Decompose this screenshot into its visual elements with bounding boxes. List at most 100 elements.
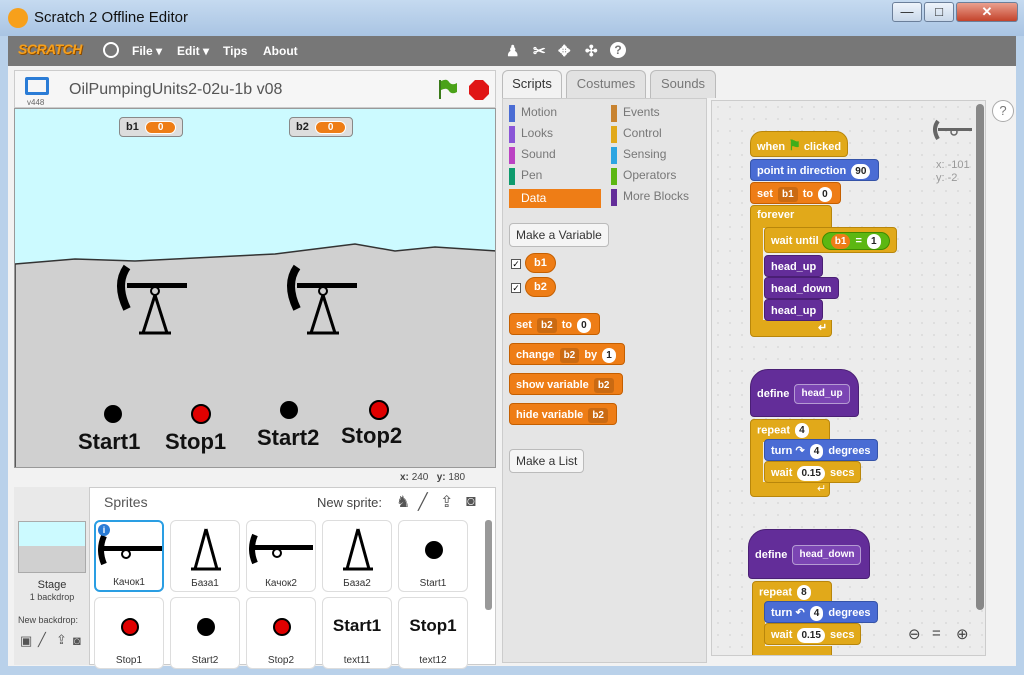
help-panel-icon[interactable]: ? bbox=[992, 100, 1014, 122]
wait-until-block[interactable]: wait until b1 = 1 bbox=[764, 227, 897, 253]
sprite-name: Start1 bbox=[419, 578, 447, 589]
set-var-block[interactable]: set b2 to 0 bbox=[509, 313, 600, 335]
var-b1-checkbox[interactable]: ✓ bbox=[511, 259, 521, 269]
start2-button-sprite[interactable] bbox=[280, 401, 298, 419]
sprite-thumb[interactable]: Stop1 text12 bbox=[398, 597, 468, 669]
var-b1-reporter[interactable]: b1 bbox=[525, 253, 556, 273]
call-head-down[interactable]: head_down bbox=[764, 277, 839, 299]
stage-text-start2[interactable]: Start2 bbox=[257, 425, 319, 451]
start1-button-sprite[interactable] bbox=[104, 405, 122, 423]
help-icon[interactable]: ? bbox=[610, 42, 626, 58]
stage-text-start1[interactable]: Start1 bbox=[78, 429, 140, 455]
scratch-logo[interactable]: SCRATCH bbox=[18, 41, 82, 57]
sprite-thumb[interactable]: Stop2 bbox=[246, 597, 316, 669]
sprite-thumb[interactable]: Start1 bbox=[398, 520, 468, 592]
rotate-cw-icon: ↷ bbox=[795, 445, 805, 457]
turn-ccw-block[interactable]: turn ↶ 4 degrees bbox=[764, 601, 878, 623]
sprites-scrollbar[interactable] bbox=[485, 520, 492, 610]
sprite-thumb[interactable]: Качок2 bbox=[246, 520, 316, 592]
sprite-thumb[interactable]: Start1 text11 bbox=[322, 597, 392, 669]
green-flag-icon[interactable] bbox=[435, 77, 459, 106]
script-area-scrollbar[interactable] bbox=[976, 104, 984, 610]
turn-cw-block[interactable]: turn ↷ 4 degrees bbox=[764, 439, 878, 461]
sprite-thumb[interactable]: База2 bbox=[322, 520, 392, 592]
stage-canvas[interactable]: b1 0 b2 0 Start1 Stop1 Start2 Stop2 bbox=[14, 108, 496, 468]
maximize-button[interactable]: □ bbox=[924, 2, 954, 22]
var-b2-reporter[interactable]: b2 bbox=[525, 277, 556, 297]
category-operators[interactable]: Operators bbox=[611, 168, 676, 185]
define-head-down-hat[interactable]: define head_down bbox=[748, 529, 871, 579]
monitor-b2[interactable]: b2 0 bbox=[289, 117, 354, 137]
delete-icon[interactable]: ✂ bbox=[533, 42, 546, 60]
sprite-thumb[interactable]: База1 bbox=[170, 520, 240, 592]
fullscreen-icon[interactable] bbox=[25, 77, 49, 95]
duplicate-icon[interactable]: ♟ bbox=[506, 42, 519, 60]
menu-tips[interactable]: Tips bbox=[223, 44, 247, 58]
sprite-library-icon[interactable]: ♞ bbox=[396, 492, 410, 512]
stop1-button-sprite[interactable] bbox=[191, 404, 211, 424]
shrink-icon[interactable]: ✣ bbox=[585, 42, 598, 60]
wait-secs-block-2[interactable]: wait 0.15 secs bbox=[764, 623, 862, 645]
category-motion[interactable]: Motion bbox=[509, 105, 557, 122]
upload-sprite-icon[interactable]: ⇪ bbox=[440, 492, 453, 512]
info-icon[interactable]: i bbox=[98, 524, 110, 536]
mouse-coords: x: 240 y: 180 bbox=[400, 472, 466, 483]
when-flag-clicked-hat[interactable]: when ⚑ clicked bbox=[750, 131, 849, 157]
category-more-blocks[interactable]: More Blocks bbox=[611, 189, 689, 206]
sprite-preview-icon bbox=[932, 119, 976, 146]
category-control[interactable]: Control bbox=[611, 126, 662, 143]
zoom-in-icon[interactable]: ⊕ bbox=[956, 625, 969, 643]
show-variable-block[interactable]: show variable b2 bbox=[509, 373, 623, 395]
define-head-up-hat[interactable]: define head_up bbox=[750, 369, 859, 417]
sprite-thumb[interactable]: Stop1 bbox=[94, 597, 164, 669]
menu-file[interactable]: File ▾ bbox=[132, 44, 162, 58]
call-head-up-2[interactable]: head_up bbox=[764, 299, 824, 321]
grow-icon[interactable]: ✥ bbox=[558, 42, 571, 60]
var-b2-checkbox[interactable]: ✓ bbox=[511, 283, 521, 293]
category-looks[interactable]: Looks bbox=[509, 126, 553, 143]
zoom-out-icon[interactable]: ⊖ bbox=[908, 625, 921, 643]
paint-sprite-icon[interactable]: ╱ bbox=[418, 492, 428, 512]
category-sound[interactable]: Sound bbox=[509, 147, 556, 164]
minimize-button[interactable]: — bbox=[892, 2, 922, 22]
sprite-thumb[interactable]: Start2 bbox=[170, 597, 240, 669]
stop-icon[interactable] bbox=[468, 79, 490, 106]
wait-secs-block-1[interactable]: wait 0.15 secs bbox=[764, 461, 862, 483]
category-events[interactable]: Events bbox=[611, 105, 660, 122]
camera-icon[interactable]: ◙ bbox=[73, 633, 81, 648]
equals-operator[interactable]: b1 = 1 bbox=[821, 232, 890, 250]
repeat-8-label: repeat 8 bbox=[759, 585, 813, 600]
stage-thumbnail[interactable] bbox=[18, 521, 86, 573]
monitor-b1[interactable]: b1 0 bbox=[119, 117, 184, 137]
script-area[interactable]: x: -101 y: -2 when ⚑ clicked point in di… bbox=[711, 100, 986, 656]
camera-sprite-icon[interactable]: ◙ bbox=[466, 493, 476, 511]
stop2-button-sprite[interactable] bbox=[369, 400, 389, 420]
tab-costumes[interactable]: Costumes bbox=[566, 70, 646, 98]
category-sensing[interactable]: Sensing bbox=[611, 147, 666, 164]
monitor-b2-name: b2 bbox=[296, 121, 309, 133]
category-pen[interactable]: Pen bbox=[509, 168, 542, 185]
menu-edit[interactable]: Edit ▾ bbox=[177, 44, 209, 58]
make-variable-button[interactable]: Make a Variable bbox=[509, 223, 609, 247]
hide-variable-block[interactable]: hide variable b2 bbox=[509, 403, 617, 425]
stage-text-stop2[interactable]: Stop2 bbox=[341, 423, 402, 449]
brush-icon[interactable]: ╱ bbox=[38, 632, 46, 648]
tab-scripts[interactable]: Scripts bbox=[502, 70, 562, 98]
stage-text-stop1[interactable]: Stop1 bbox=[165, 429, 226, 455]
menu-about[interactable]: About bbox=[263, 44, 298, 58]
zoom-reset-icon[interactable]: = bbox=[932, 625, 941, 642]
version-label: v448 bbox=[27, 98, 45, 107]
set-b1-block[interactable]: set b1 to 0 bbox=[750, 182, 841, 204]
paint-backdrop-icon[interactable]: ▣ bbox=[20, 633, 32, 649]
change-var-block[interactable]: change b2 by 1 bbox=[509, 343, 625, 365]
category-data[interactable]: Data bbox=[509, 189, 601, 208]
project-title[interactable]: OilPumpingUnits2-02u-1b v08 bbox=[69, 81, 282, 99]
globe-icon[interactable] bbox=[103, 42, 119, 58]
upload-icon[interactable]: ⇪ bbox=[56, 632, 67, 648]
sprite-thumb[interactable]: Качок1 i bbox=[94, 520, 164, 592]
call-head-up-1[interactable]: head_up bbox=[764, 255, 824, 277]
make-list-button[interactable]: Make a List bbox=[509, 449, 585, 473]
close-button[interactable]: ✕ bbox=[956, 2, 1018, 22]
tab-sounds[interactable]: Sounds bbox=[650, 70, 716, 98]
point-direction-block[interactable]: point in direction 90 bbox=[750, 159, 880, 181]
